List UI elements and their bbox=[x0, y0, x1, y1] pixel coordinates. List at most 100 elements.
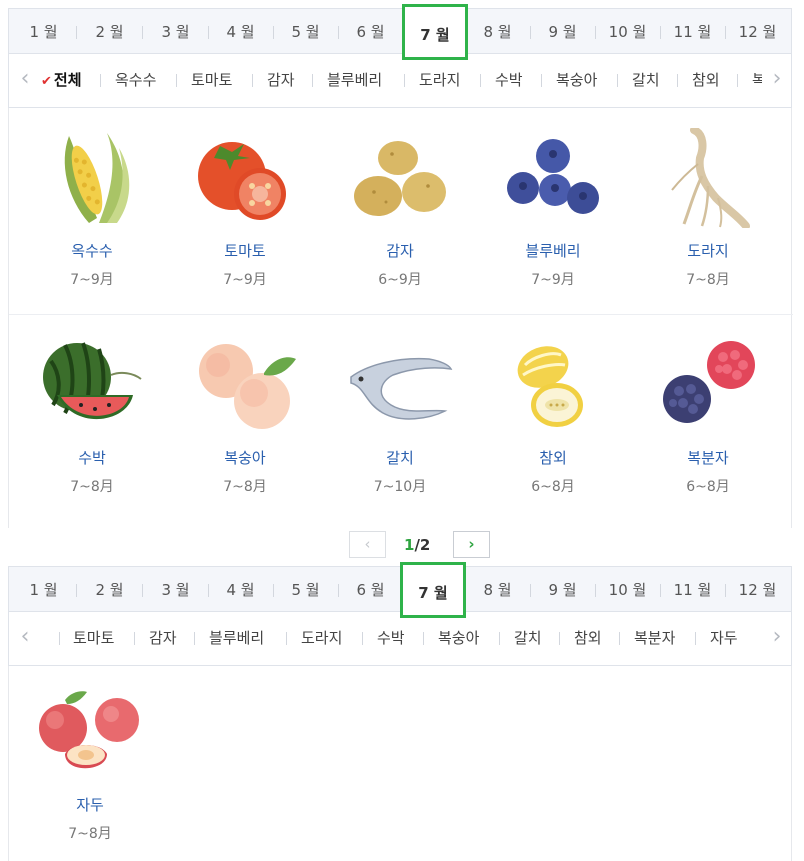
item-name: 갈치 bbox=[386, 449, 414, 467]
prev-page-button[interactable]: ‹ bbox=[349, 531, 386, 558]
produce-item-tomato[interactable]: 토마토 7~9月 bbox=[170, 128, 320, 289]
produce-item-hairtail[interactable]: 갈치 7~10月 bbox=[325, 335, 475, 496]
category-all[interactable]: ✔ 전체 bbox=[41, 54, 82, 106]
month-tab-2[interactable]: 2 월 bbox=[77, 567, 142, 613]
divider bbox=[134, 632, 135, 645]
month-tab-1[interactable]: 1 월 bbox=[11, 9, 76, 55]
month-tab-6[interactable]: 6 월 bbox=[338, 567, 403, 613]
seasonal-produce-panel: 1 월 2 월 3 월 4 월 5 월 6 월 7 월 8 월 9 월 10 월… bbox=[8, 4, 793, 562]
month-tab-10[interactable]: 10 월 bbox=[595, 9, 660, 55]
month-tab-5[interactable]: 5 월 bbox=[273, 567, 338, 613]
month-tab-8[interactable]: 8 월 bbox=[465, 9, 530, 55]
potato-icon bbox=[354, 141, 446, 216]
next-page-button[interactable]: › bbox=[453, 531, 490, 558]
produce-item-watermelon[interactable]: 수박 7~8月 bbox=[17, 335, 167, 496]
category-plum[interactable]: 자두 bbox=[710, 612, 738, 664]
chevron-left-icon[interactable]: ‹ bbox=[13, 54, 37, 106]
category-korean-melon[interactable]: 참외 bbox=[692, 54, 720, 106]
item-name: 감자 bbox=[386, 242, 414, 260]
category-potato[interactable]: 감자 bbox=[267, 54, 295, 106]
month-tab-1[interactable]: 1 월 bbox=[11, 567, 76, 613]
item-name: 수박 bbox=[78, 449, 106, 467]
month-tab-7-selected[interactable]: 7 월 bbox=[402, 4, 468, 60]
month-tab-4[interactable]: 4 월 bbox=[208, 567, 273, 613]
item-name: 복분자 bbox=[687, 449, 729, 467]
month-tab-5[interactable]: 5 월 bbox=[273, 9, 338, 55]
row-divider bbox=[9, 314, 793, 315]
produce-item-bellflower-root[interactable]: 도라지 7~8月 bbox=[633, 128, 783, 289]
divider bbox=[677, 74, 678, 87]
item-name: 자두 bbox=[76, 796, 104, 814]
item-season: 7~9月 bbox=[70, 272, 114, 288]
category-blueberry[interactable]: 블루베리 bbox=[209, 612, 264, 664]
chevron-right-icon[interactable]: › bbox=[765, 612, 789, 664]
category-bellflower-root[interactable]: 도라지 bbox=[301, 612, 342, 664]
item-season: 7~8月 bbox=[68, 826, 112, 842]
category-korean-melon[interactable]: 참외 bbox=[574, 612, 602, 664]
divider bbox=[252, 74, 253, 87]
check-icon: ✔ bbox=[41, 74, 52, 89]
item-season: 7~8月 bbox=[686, 272, 730, 288]
bellflower-root-icon bbox=[671, 128, 750, 228]
item-name: 도라지 bbox=[687, 242, 729, 260]
divider bbox=[541, 74, 542, 87]
korean-melon-icon bbox=[517, 346, 583, 427]
month-tab-11[interactable]: 11 월 bbox=[660, 9, 725, 55]
category-watermelon[interactable]: 수박 bbox=[495, 54, 523, 106]
divider bbox=[100, 74, 101, 87]
category-corn[interactable]: 옥수수 bbox=[115, 54, 156, 106]
pagination: ‹ 1/2 › bbox=[8, 528, 792, 562]
month-tab-11[interactable]: 11 월 bbox=[660, 567, 725, 613]
month-tab-9[interactable]: 9 월 bbox=[530, 567, 595, 613]
month-tab-3[interactable]: 3 월 bbox=[143, 9, 208, 55]
category-cut-off[interactable]: 복 bbox=[752, 54, 762, 106]
month-tab-10[interactable]: 10 월 bbox=[595, 567, 660, 613]
corn-icon bbox=[64, 133, 130, 223]
item-season: 6~8月 bbox=[686, 479, 730, 495]
divider bbox=[499, 632, 500, 645]
produce-item-blueberry[interactable]: 블루베리 7~9月 bbox=[478, 128, 628, 289]
month-tab-4[interactable]: 4 월 bbox=[208, 9, 273, 55]
category-label: 전체 bbox=[53, 71, 82, 89]
current-page: 1 bbox=[404, 536, 415, 554]
month-tab-6[interactable]: 6 월 bbox=[338, 9, 403, 55]
category-hairtail[interactable]: 갈치 bbox=[514, 612, 542, 664]
item-season: 7~8月 bbox=[223, 479, 267, 495]
seasonal-produce-panel-page2: 1 월 2 월 3 월 4 월 5 월 6 월 7 월 8 월 9 월 10 월… bbox=[8, 562, 792, 861]
divider bbox=[695, 632, 696, 645]
total-pages: /2 bbox=[414, 536, 431, 554]
raspberry-icon bbox=[663, 341, 755, 423]
chevron-right-icon[interactable]: › bbox=[765, 54, 789, 106]
month-tab-3[interactable]: 3 월 bbox=[143, 567, 208, 613]
produce-item-corn[interactable]: 옥수수 7~9月 bbox=[17, 128, 167, 289]
produce-item-peach[interactable]: 복숭아 7~8月 bbox=[170, 335, 320, 496]
item-name: 토마토 bbox=[224, 242, 266, 260]
item-season: 6~8月 bbox=[531, 479, 575, 495]
produce-grid: 옥수수 7~9月 토마토 7~9月 감자 6~9月 블루베리 7~9月 도라지 … bbox=[8, 108, 793, 528]
item-name: 옥수수 bbox=[71, 242, 113, 260]
divider bbox=[312, 74, 313, 87]
category-blueberry[interactable]: 블루베리 bbox=[327, 54, 382, 106]
peach-icon bbox=[199, 344, 296, 429]
category-hairtail[interactable]: 갈치 bbox=[632, 54, 660, 106]
month-tab-12[interactable]: 12 월 bbox=[725, 567, 790, 613]
plum-icon bbox=[39, 691, 139, 769]
produce-item-korean-melon[interactable]: 참외 6~8月 bbox=[478, 335, 628, 496]
month-tab-8[interactable]: 8 월 bbox=[465, 567, 530, 613]
category-peach[interactable]: 복숭아 bbox=[556, 54, 597, 106]
chevron-left-icon[interactable]: ‹ bbox=[13, 612, 37, 664]
produce-item-plum[interactable]: 자두 7~8月 bbox=[15, 690, 165, 843]
category-raspberry[interactable]: 복분자 bbox=[634, 612, 675, 664]
category-tomato[interactable]: 토마토 bbox=[73, 612, 114, 664]
divider bbox=[480, 74, 481, 87]
month-tab-12[interactable]: 12 월 bbox=[725, 9, 790, 55]
produce-item-potato[interactable]: 감자 6~9月 bbox=[325, 128, 475, 289]
category-watermelon[interactable]: 수박 bbox=[377, 612, 405, 664]
month-tab-9[interactable]: 9 월 bbox=[530, 9, 595, 55]
category-potato[interactable]: 감자 bbox=[149, 612, 177, 664]
category-tomato[interactable]: 토마토 bbox=[191, 54, 232, 106]
month-tab-7-selected[interactable]: 7 월 bbox=[400, 562, 466, 618]
category-filter-bar: ‹ ✔ 전체 옥수수 토마토 감자 블루베리 도라지 수박 복숭아 갈치 참외 복… bbox=[8, 54, 792, 108]
produce-item-raspberry[interactable]: 복분자 6~8月 bbox=[633, 335, 783, 496]
month-tab-2[interactable]: 2 월 bbox=[77, 9, 142, 55]
